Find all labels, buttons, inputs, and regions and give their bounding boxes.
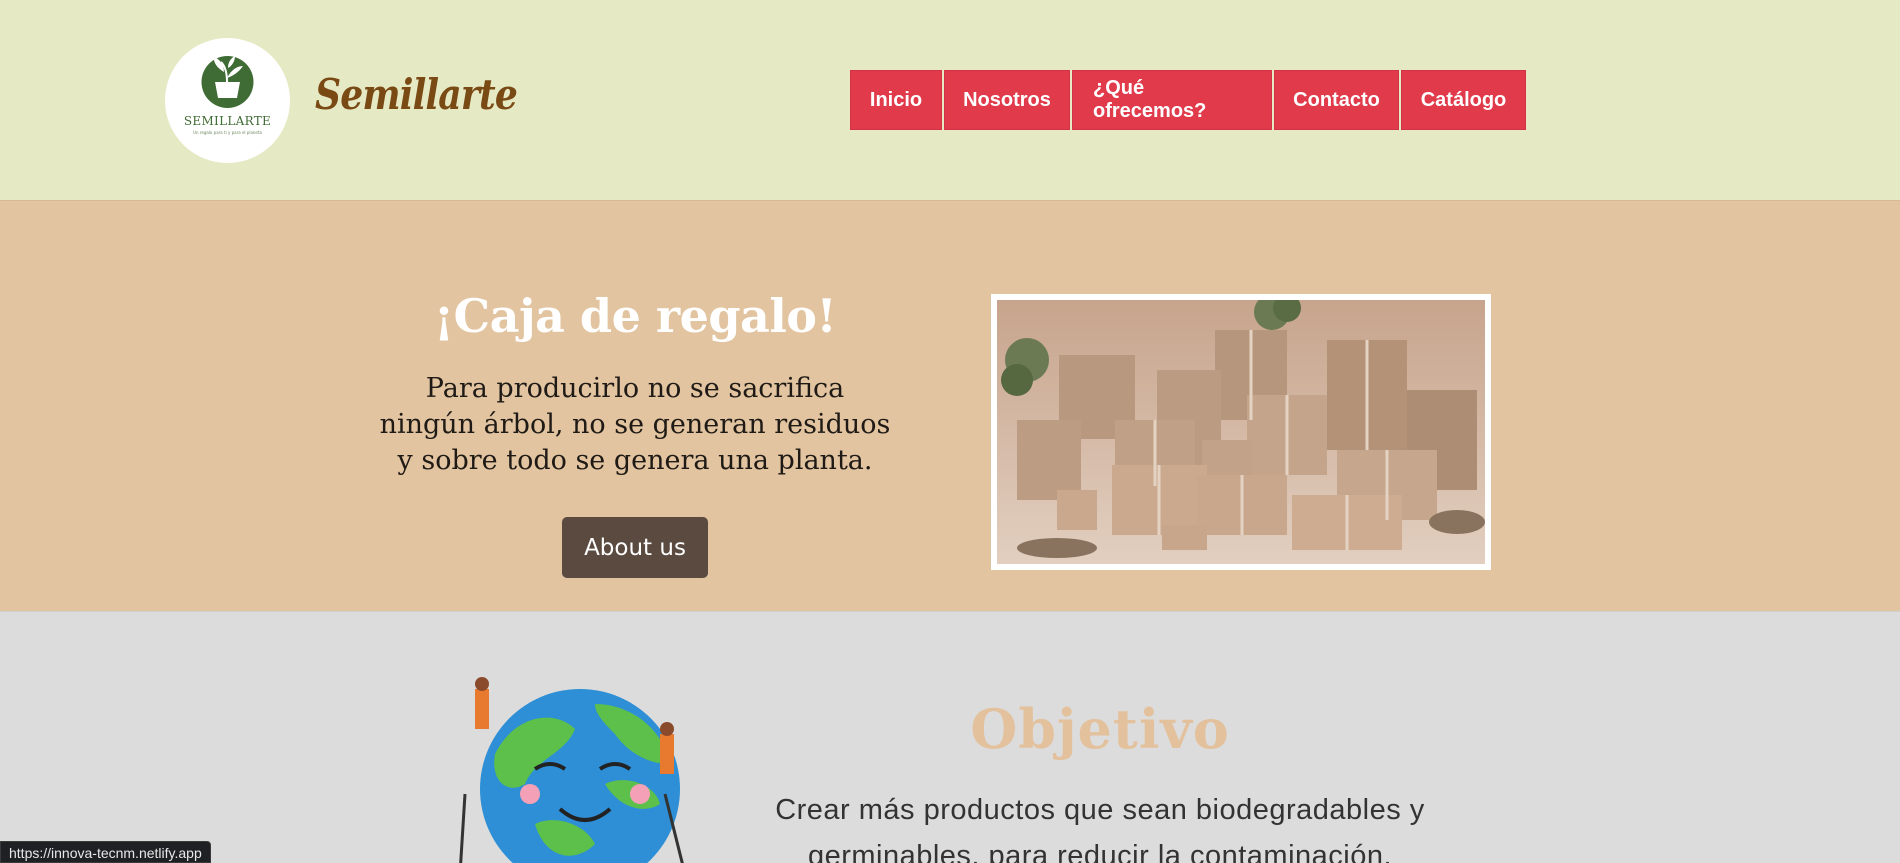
logo[interactable]: SEMILLARTE Un regalo para ti y para el p…	[165, 38, 290, 163]
objective-section: Objetivo Crear más productos que sean bi…	[0, 612, 1900, 863]
hero-title: ¡Caja de regalo!	[433, 289, 837, 343]
site-header: SEMILLARTE Un regalo para ti y para el p…	[0, 0, 1900, 200]
brand-title[interactable]: Semillarte	[315, 70, 518, 119]
status-bar-url: https://innova-tecnm.netlify.app	[0, 841, 211, 863]
main-nav: Inicio Nosotros ¿Qué ofrecemos? Contacto…	[850, 70, 1526, 130]
about-us-button[interactable]: About us	[562, 517, 708, 578]
nav-que-ofrecemos[interactable]: ¿Qué ofrecemos?	[1072, 70, 1272, 130]
hero-description: Para producirlo no se sacrifica ningún á…	[379, 373, 891, 476]
nav-inicio[interactable]: Inicio	[850, 70, 942, 130]
hero-section: ¡Caja de regalo! Para producirlo no se s…	[0, 200, 1900, 612]
plant-logo-icon	[201, 56, 254, 108]
gift-boxes-image	[991, 294, 1491, 570]
gift-boxes-photo-icon	[997, 300, 1485, 564]
logo-name: SEMILLARTE	[183, 114, 272, 128]
objective-description: Crear más productos que sean biodegradab…	[775, 794, 1425, 863]
nav-catalogo[interactable]: Catálogo	[1401, 70, 1526, 130]
nav-contacto[interactable]: Contacto	[1274, 70, 1399, 130]
objective-title: Objetivo	[970, 697, 1230, 761]
logo-tagline: Un regalo para ti y para el planeta	[193, 130, 262, 135]
nav-nosotros[interactable]: Nosotros	[944, 70, 1070, 130]
earth-globe-icon	[459, 677, 684, 863]
